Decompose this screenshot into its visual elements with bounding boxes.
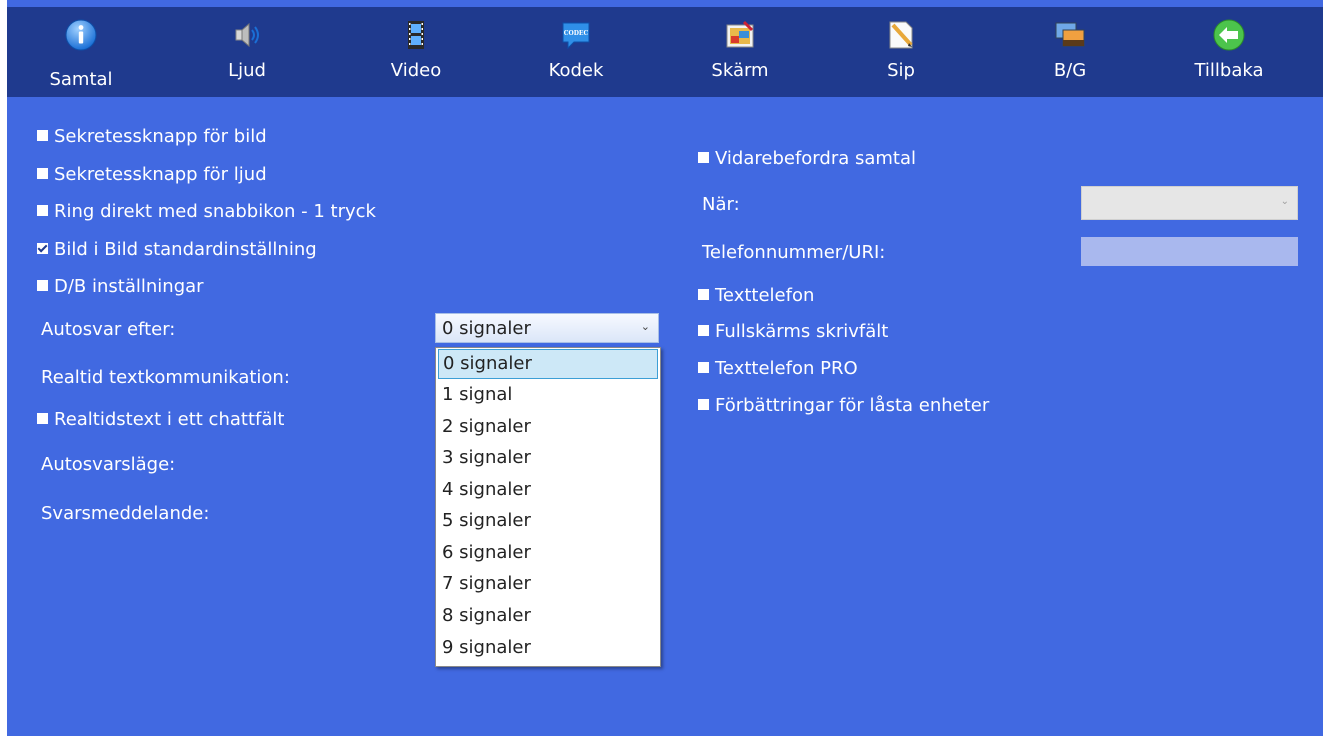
realtid-label: Realtid textkommunikation: <box>41 367 290 388</box>
toolbar-label: Skärm <box>711 60 769 81</box>
nar-select[interactable]: ⌄ <box>1081 186 1298 220</box>
checkbox-ring-direkt[interactable]: Ring direkt med snabbikon - 1 tryck <box>37 201 376 222</box>
checkbox-bild-i-bild[interactable]: Bild i Bild standardinställning <box>37 239 317 260</box>
checkbox-label: Fullskärms skrivfält <box>715 321 889 342</box>
dropdown-option-4[interactable]: 4 signaler <box>438 476 658 506</box>
checkbox-label: Förbättringar för låsta enheter <box>715 395 990 416</box>
toolbar-label: Samtal <box>49 69 113 90</box>
dropdown-option-3[interactable]: 3 signaler <box>438 444 658 474</box>
toolbar: Samtal Ljud Video CODEC Kodek Skärm Sip … <box>7 7 1323 97</box>
checkbox-box[interactable] <box>698 289 709 300</box>
toolbar-label: B/G <box>1053 60 1087 81</box>
toolbar-item-skarm[interactable]: Skärm <box>690 7 790 97</box>
checkbox-label: Bild i Bild standardinställning <box>54 239 317 260</box>
dropdown-option-8[interactable]: 8 signaler <box>438 602 658 632</box>
checkbox-label: Sekretessknapp för bild <box>54 126 267 147</box>
checkbox-texttelefon-pro[interactable]: Texttelefon PRO <box>698 358 858 379</box>
dropdown-option-0[interactable]: 0 signaler <box>438 349 658 379</box>
screen-icon <box>726 20 754 48</box>
checkbox-box[interactable] <box>37 413 48 424</box>
checkbox-box[interactable] <box>37 280 48 291</box>
dropdown-option-1[interactable]: 1 signal <box>438 381 658 411</box>
toolbar-label: Tillbaka <box>1194 60 1264 81</box>
checkbox-label: D/B inställningar <box>54 276 204 297</box>
autosvar-select-value: 0 signaler <box>442 318 531 339</box>
toolbar-label: Video <box>390 60 442 81</box>
background-image-icon <box>1055 22 1085 47</box>
autosvar-dropdown-list: 0 signaler 1 signal 2 signaler 3 signale… <box>435 347 661 667</box>
checkbox-texttelefon[interactable]: Texttelefon <box>698 285 814 306</box>
checkbox-box[interactable] <box>698 325 709 336</box>
checkbox-box[interactable] <box>37 168 48 179</box>
codec-icon: CODEC <box>562 22 590 50</box>
toolbar-item-video[interactable]: Video <box>366 7 466 97</box>
codec-icon-text: CODEC <box>564 30 589 37</box>
title-fragment <box>7 0 1323 7</box>
telefon-label: Telefonnummer/URI: <box>702 242 886 263</box>
toolbar-item-sip[interactable]: Sip <box>851 7 951 97</box>
autosvarslage-label: Autosvarsläge: <box>41 454 176 475</box>
toolbar-label: Kodek <box>548 60 604 81</box>
svarsmeddelande-label: Svarsmeddelande: <box>41 503 210 524</box>
chevron-down-icon: ⌄ <box>640 320 650 333</box>
dropdown-option-5[interactable]: 5 signaler <box>438 507 658 537</box>
toolbar-label: Sip <box>887 60 915 81</box>
checkbox-realtidstext[interactable]: Realtidstext i ett chattfält <box>37 409 284 430</box>
checkbox-fullskarm[interactable]: Fullskärms skrivfält <box>698 321 888 342</box>
settings-window: Samtal Ljud Video CODEC Kodek Skärm Sip … <box>7 0 1323 736</box>
film-icon <box>408 21 424 49</box>
checkbox-box[interactable] <box>698 399 709 410</box>
checkbox-box[interactable] <box>37 130 48 141</box>
dropdown-option-9[interactable]: 9 signaler <box>438 634 658 664</box>
checkbox-label: Texttelefon PRO <box>715 358 858 379</box>
checkbox-label: Sekretessknapp för ljud <box>54 164 267 185</box>
toolbar-label: Ljud <box>228 60 266 81</box>
notepad-pencil-icon <box>889 21 913 49</box>
dropdown-option-2[interactable]: 2 signaler <box>438 413 658 443</box>
info-icon <box>65 19 97 51</box>
toolbar-item-tillbaka[interactable]: Tillbaka <box>1179 7 1279 97</box>
checkbox-label: Ring direkt med snabbikon - 1 tryck <box>54 201 376 222</box>
chevron-down-icon: ⌄ <box>1280 196 1289 207</box>
speaker-icon <box>235 22 259 48</box>
autosvar-select[interactable]: 0 signaler ⌄ <box>435 313 659 343</box>
nar-label: När: <box>702 194 740 215</box>
checkbox-vidarebefordra[interactable]: Vidarebefordra samtal <box>698 148 916 169</box>
checkbox-box-checked[interactable] <box>37 243 48 254</box>
telefon-input[interactable] <box>1081 237 1298 266</box>
toolbar-item-samtal[interactable]: Samtal <box>31 7 131 97</box>
checkbox-label: Vidarebefordra samtal <box>715 148 916 169</box>
checkbox-forbattringar[interactable]: Förbättringar för låsta enheter <box>698 395 989 416</box>
checkbox-db-installningar[interactable]: D/B inställningar <box>37 276 204 297</box>
checkbox-label: Texttelefon <box>715 285 815 306</box>
checkbox-box[interactable] <box>698 362 709 373</box>
checkbox-box[interactable] <box>37 205 48 216</box>
back-arrow-icon <box>1213 19 1245 51</box>
checkbox-sekretess-ljud[interactable]: Sekretessknapp för ljud <box>37 164 267 185</box>
checkbox-box[interactable] <box>698 152 709 163</box>
toolbar-item-ljud[interactable]: Ljud <box>197 7 297 97</box>
checkbox-label: Realtidstext i ett chattfält <box>54 409 285 430</box>
dropdown-option-6[interactable]: 6 signaler <box>438 539 658 569</box>
toolbar-item-kodek[interactable]: CODEC Kodek <box>526 7 626 97</box>
toolbar-item-bg[interactable]: B/G <box>1020 7 1120 97</box>
autosvar-label: Autosvar efter: <box>41 319 176 340</box>
dropdown-option-7[interactable]: 7 signaler <box>438 570 658 600</box>
checkbox-sekretess-bild[interactable]: Sekretessknapp för bild <box>37 126 267 147</box>
